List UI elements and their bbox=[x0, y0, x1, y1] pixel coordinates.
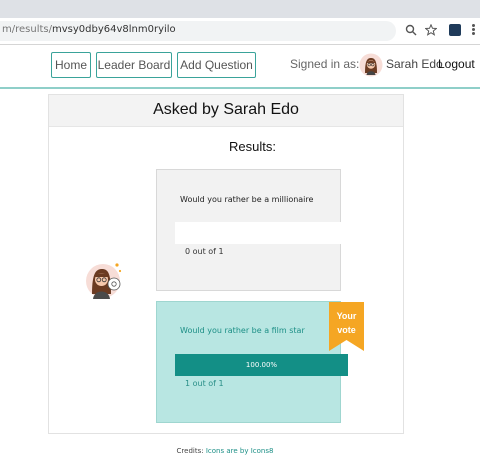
credits-label: Credits: bbox=[176, 447, 204, 455]
progress-bar: 100.00% bbox=[175, 354, 348, 376]
menu-icon[interactable] bbox=[470, 23, 476, 37]
progress-percent bbox=[175, 222, 348, 244]
poll-result-card: Asked by Sarah Edo Results: Would you ra… bbox=[48, 94, 404, 434]
signed-in-label: Signed in as: bbox=[290, 57, 360, 71]
url-path: mvsy0dby64v8lnm0ryilo bbox=[51, 24, 176, 35]
home-button[interactable]: Home bbox=[51, 52, 91, 78]
progress-percent: 100.00% bbox=[245, 361, 278, 369]
signed-in-user-name: Sarah Edo bbox=[386, 57, 443, 71]
extension-icon[interactable] bbox=[449, 24, 461, 36]
browser-address-bar: m/results/mvsy0dby64v8lnm0ryilo bbox=[0, 18, 480, 45]
poll-option-card-voted: Would you rather be a film star 100.00% … bbox=[156, 301, 364, 423]
icons8-link[interactable]: Icons are by Icons8 bbox=[206, 447, 274, 455]
star-icon[interactable] bbox=[423, 23, 438, 37]
vote-count: 1 out of 1 bbox=[185, 379, 224, 388]
option-text: Would you rather be a millionaire bbox=[180, 195, 314, 204]
vote-count: 0 out of 1 bbox=[185, 247, 224, 256]
url-text: m/results/mvsy0dby64v8lnm0ryilo bbox=[2, 24, 176, 35]
url-field[interactable]: m/results/mvsy0dby64v8lnm0ryilo bbox=[0, 21, 396, 41]
search-icon[interactable] bbox=[404, 24, 417, 37]
badge-line-1: Your bbox=[336, 311, 357, 321]
browser-tab-strip bbox=[0, 0, 480, 18]
credits: Credits: Icons are by Icons8 bbox=[0, 447, 450, 455]
option-text: Would you rather be a film star bbox=[180, 326, 305, 335]
logout-link[interactable]: Logout bbox=[438, 57, 475, 71]
badge-line-2: vote bbox=[337, 325, 356, 335]
top-nav: Home Leader Board Add Question Signed in… bbox=[0, 45, 480, 89]
url-host: m/results/ bbox=[2, 24, 52, 35]
avatar bbox=[359, 53, 383, 77]
leader-board-button[interactable]: Leader Board bbox=[96, 52, 172, 78]
card-header: Asked by Sarah Edo bbox=[49, 95, 403, 127]
progress-bar bbox=[175, 222, 348, 244]
your-vote-label: Your vote bbox=[329, 309, 364, 337]
asked-by-title: Asked by Sarah Edo bbox=[153, 101, 299, 118]
author-avatar bbox=[83, 261, 123, 301]
poll-option-card: Would you rather be a millionaire 0 out … bbox=[156, 169, 348, 291]
add-question-button[interactable]: Add Question bbox=[177, 52, 256, 78]
results-heading: Results: bbox=[229, 139, 276, 154]
